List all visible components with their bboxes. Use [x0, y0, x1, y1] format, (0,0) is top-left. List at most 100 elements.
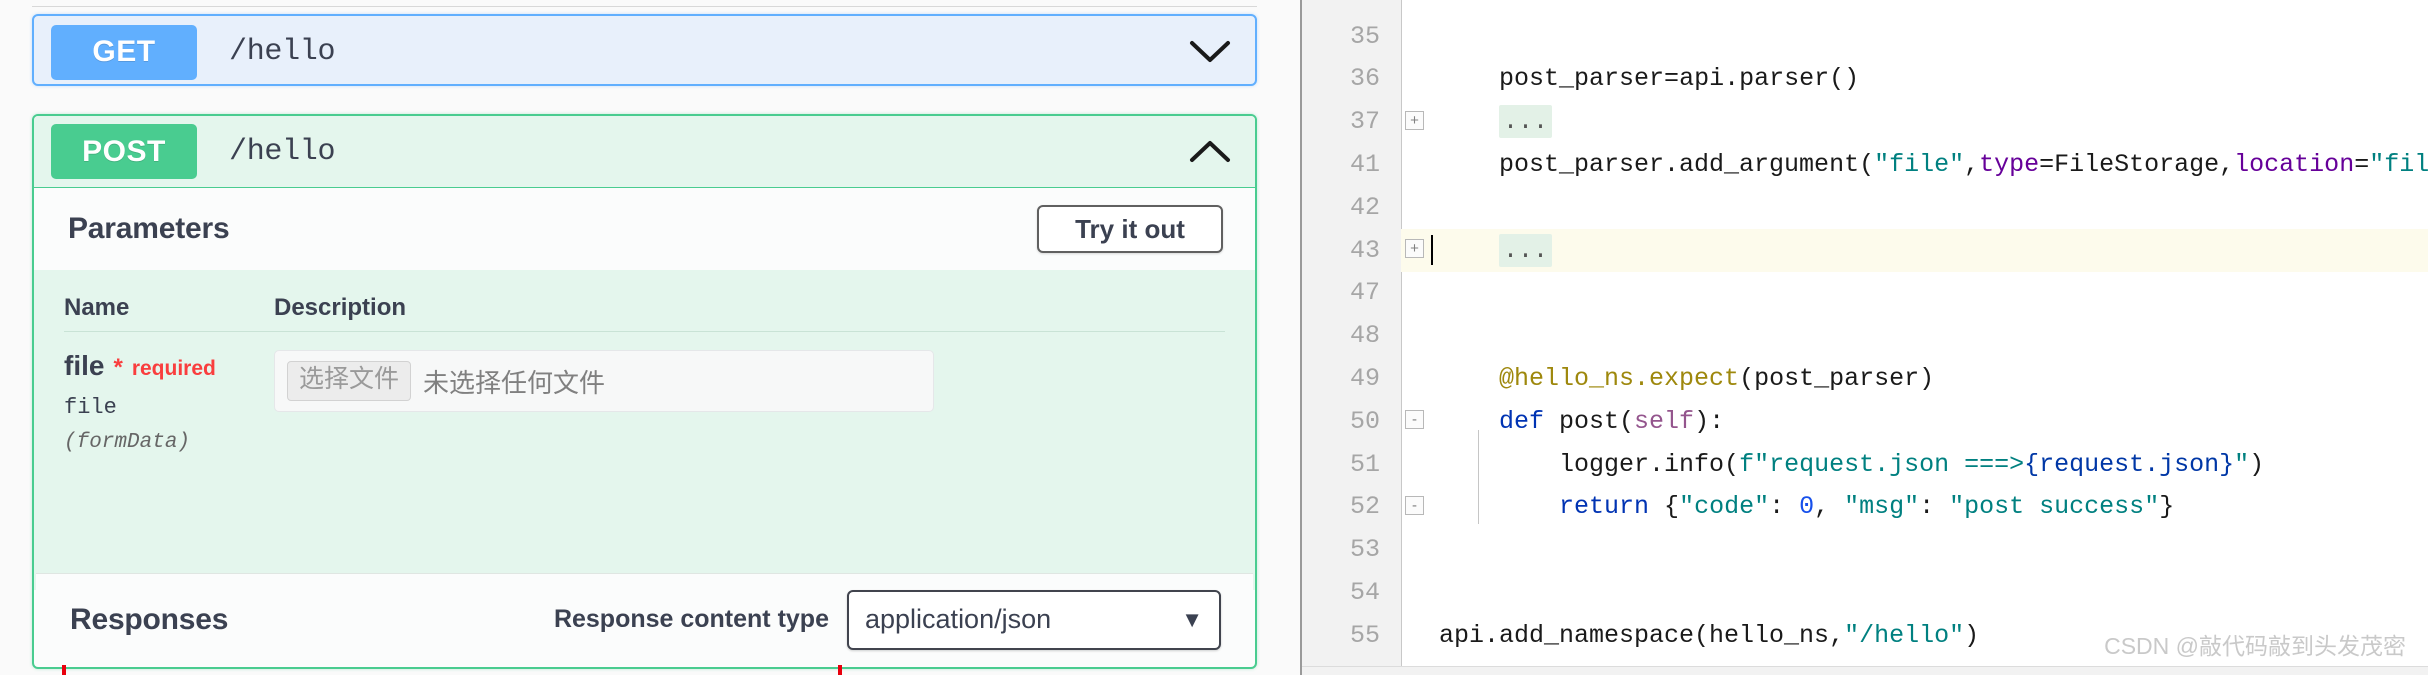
code-line-text: @hello_ns.expect(post_parser) [1439, 364, 1934, 393]
operation-get-hello[interactable]: GET /hello [32, 14, 1257, 86]
current-line-highlight [1401, 228, 2428, 272]
line-number: 42 [1349, 192, 1380, 222]
code-token: post( [1544, 406, 1635, 436]
choose-file-button[interactable]: 选择文件 [287, 361, 412, 401]
code-token: " [2234, 449, 2250, 479]
fold-expand-icon[interactable]: + [1405, 110, 1427, 133]
operation-get-summary[interactable]: GET /hello [34, 16, 1255, 88]
parameters-table-header: Name Description [64, 270, 1225, 332]
try-it-out-button[interactable]: Try it out [1037, 205, 1223, 253]
code-token: = [2354, 150, 2370, 180]
code-token: location [2234, 150, 2355, 180]
chevron-down-icon[interactable] [1187, 29, 1233, 75]
response-content-type-value: application/json [865, 604, 1052, 634]
chevron-up-icon[interactable] [1187, 129, 1233, 175]
code-token: api.add_namespace(hello_ns, [1439, 620, 1845, 650]
code-editor-pane[interactable]: 343536 post_parser=api.parser()37+ ...41… [1300, 0, 2428, 675]
code-token: post_parser [1439, 64, 1665, 94]
code-line-text: post_parser=api.parser() [1439, 64, 1859, 93]
line-number: 41 [1349, 150, 1380, 180]
code-line[interactable]: 47 [1302, 272, 2428, 315]
response-content-type-select[interactable]: application/json ▼ [847, 589, 1221, 650]
line-number: 36 [1349, 64, 1380, 94]
text-cursor [1431, 235, 1433, 266]
parameter-name-line: file * required [64, 350, 274, 382]
top-divider [32, 6, 1257, 7]
editor-code-area[interactable]: 343536 post_parser=api.parser()37+ ...41… [1302, 0, 2428, 675]
code-line[interactable]: 43 + ... [1302, 228, 2428, 272]
code-token: type [1979, 150, 2040, 180]
code-line[interactable]: 41 post_parser.add_argument("file",type=… [1302, 143, 2428, 186]
code-token: , [1814, 492, 1845, 522]
code-token: {request.json} [2024, 449, 2235, 479]
code-line[interactable]: 52 - return {"code": 0, "msg": "post succ… [1302, 486, 2428, 529]
code-line[interactable]: 37 + ... [1302, 100, 2428, 143]
line-number: 53 [1349, 535, 1380, 565]
fold-collapse-icon[interactable]: - [1405, 495, 1427, 518]
code-line-text: api.add_namespace(hello_ns,"/hello") [1439, 621, 1979, 650]
code-line[interactable]: 42 [1302, 186, 2428, 229]
code-line[interactable]: 36 post_parser=api.parser() [1302, 58, 2428, 101]
line-number: 50 [1349, 406, 1380, 436]
parameter-name-cell: file * required file (formData) [64, 350, 274, 454]
parameter-name: file [64, 350, 105, 381]
line-number: 35 [1349, 21, 1380, 51]
code-line[interactable]: 35 [1302, 15, 2428, 58]
table-row: file * required file (formData) 选择文件 未选择… [64, 332, 1225, 454]
code-token: } [2159, 492, 2175, 522]
parameters-table: Name Description file * required file (f… [34, 270, 1255, 675]
line-number: 37 [1349, 107, 1380, 137]
code-line[interactable]: 53 [1302, 528, 2428, 571]
file-status-text: 未选择任何文件 [423, 367, 606, 398]
code-line[interactable]: 54 [1302, 571, 2428, 614]
code-token: "post success" [1949, 492, 2160, 522]
code-line[interactable]: 48 [1302, 314, 2428, 357]
code-line[interactable]: 49 @hello_ns.expect(post_parser) [1302, 357, 2428, 400]
code-line-text: ... [1439, 105, 1553, 139]
code-line[interactable]: 50 - def post(self): [1302, 400, 2428, 443]
operation-post-summary[interactable]: POST /hello [34, 116, 1255, 188]
parameter-type: file [64, 395, 117, 420]
line-number: 34 [1302, 0, 1380, 8]
fold-collapse-icon[interactable]: - [1405, 410, 1427, 432]
parameter-location: (formData) [64, 431, 191, 454]
responses-title: Responses [70, 602, 229, 636]
line-number: 55 [1349, 620, 1380, 650]
code-token: f"request.json ===> [1739, 449, 2025, 479]
code-line-text: logger.info(f"request.json ===>{request.… [1439, 450, 2264, 479]
code-line-text: return {"code": 0, "msg": "post success"… [1439, 492, 2174, 521]
code-token: (post_parser) [1739, 364, 1935, 394]
parameter-description-cell: 选择文件 未选择任何文件 [274, 350, 1225, 412]
code-token: api.parser() [1679, 64, 1860, 94]
code-token: ): [1694, 406, 1725, 436]
line-number: 48 [1349, 321, 1380, 351]
line-number: 54 [1349, 578, 1380, 608]
code-token: : [1769, 492, 1800, 522]
line-number: 52 [1349, 492, 1380, 522]
fold-expand-icon[interactable]: + [1405, 239, 1427, 261]
code-token: ... [1499, 105, 1553, 139]
code-line-text: post_parser.add_argument("file",type=Fil… [1439, 150, 2428, 179]
code-token: "files" [2369, 150, 2428, 180]
http-method-badge-post: POST [51, 124, 197, 179]
operation-post-hello[interactable]: POST /hello Parameters Try it out Name D… [32, 114, 1257, 675]
code-token: : [1919, 492, 1950, 522]
code-token: { [1649, 492, 1680, 522]
code-token: logger.info( [1439, 449, 1740, 479]
operation-get-path: /hello [229, 35, 336, 69]
code-token: ) [1964, 620, 1980, 650]
line-number: 51 [1349, 449, 1380, 479]
code-token: 0 [1799, 492, 1815, 522]
code-line-text: ... [1439, 233, 1553, 267]
indent-guide [1478, 430, 1479, 525]
file-upload-input[interactable]: 选择文件 未选择任何文件 [274, 350, 934, 412]
code-line[interactable]: 34 [1302, 0, 2428, 15]
responses-header-band: Responses Response content type applicat… [36, 573, 1253, 665]
column-header-description: Description [274, 293, 407, 321]
code-line[interactable]: 51 logger.info(f"request.json ===>{reque… [1302, 443, 2428, 486]
